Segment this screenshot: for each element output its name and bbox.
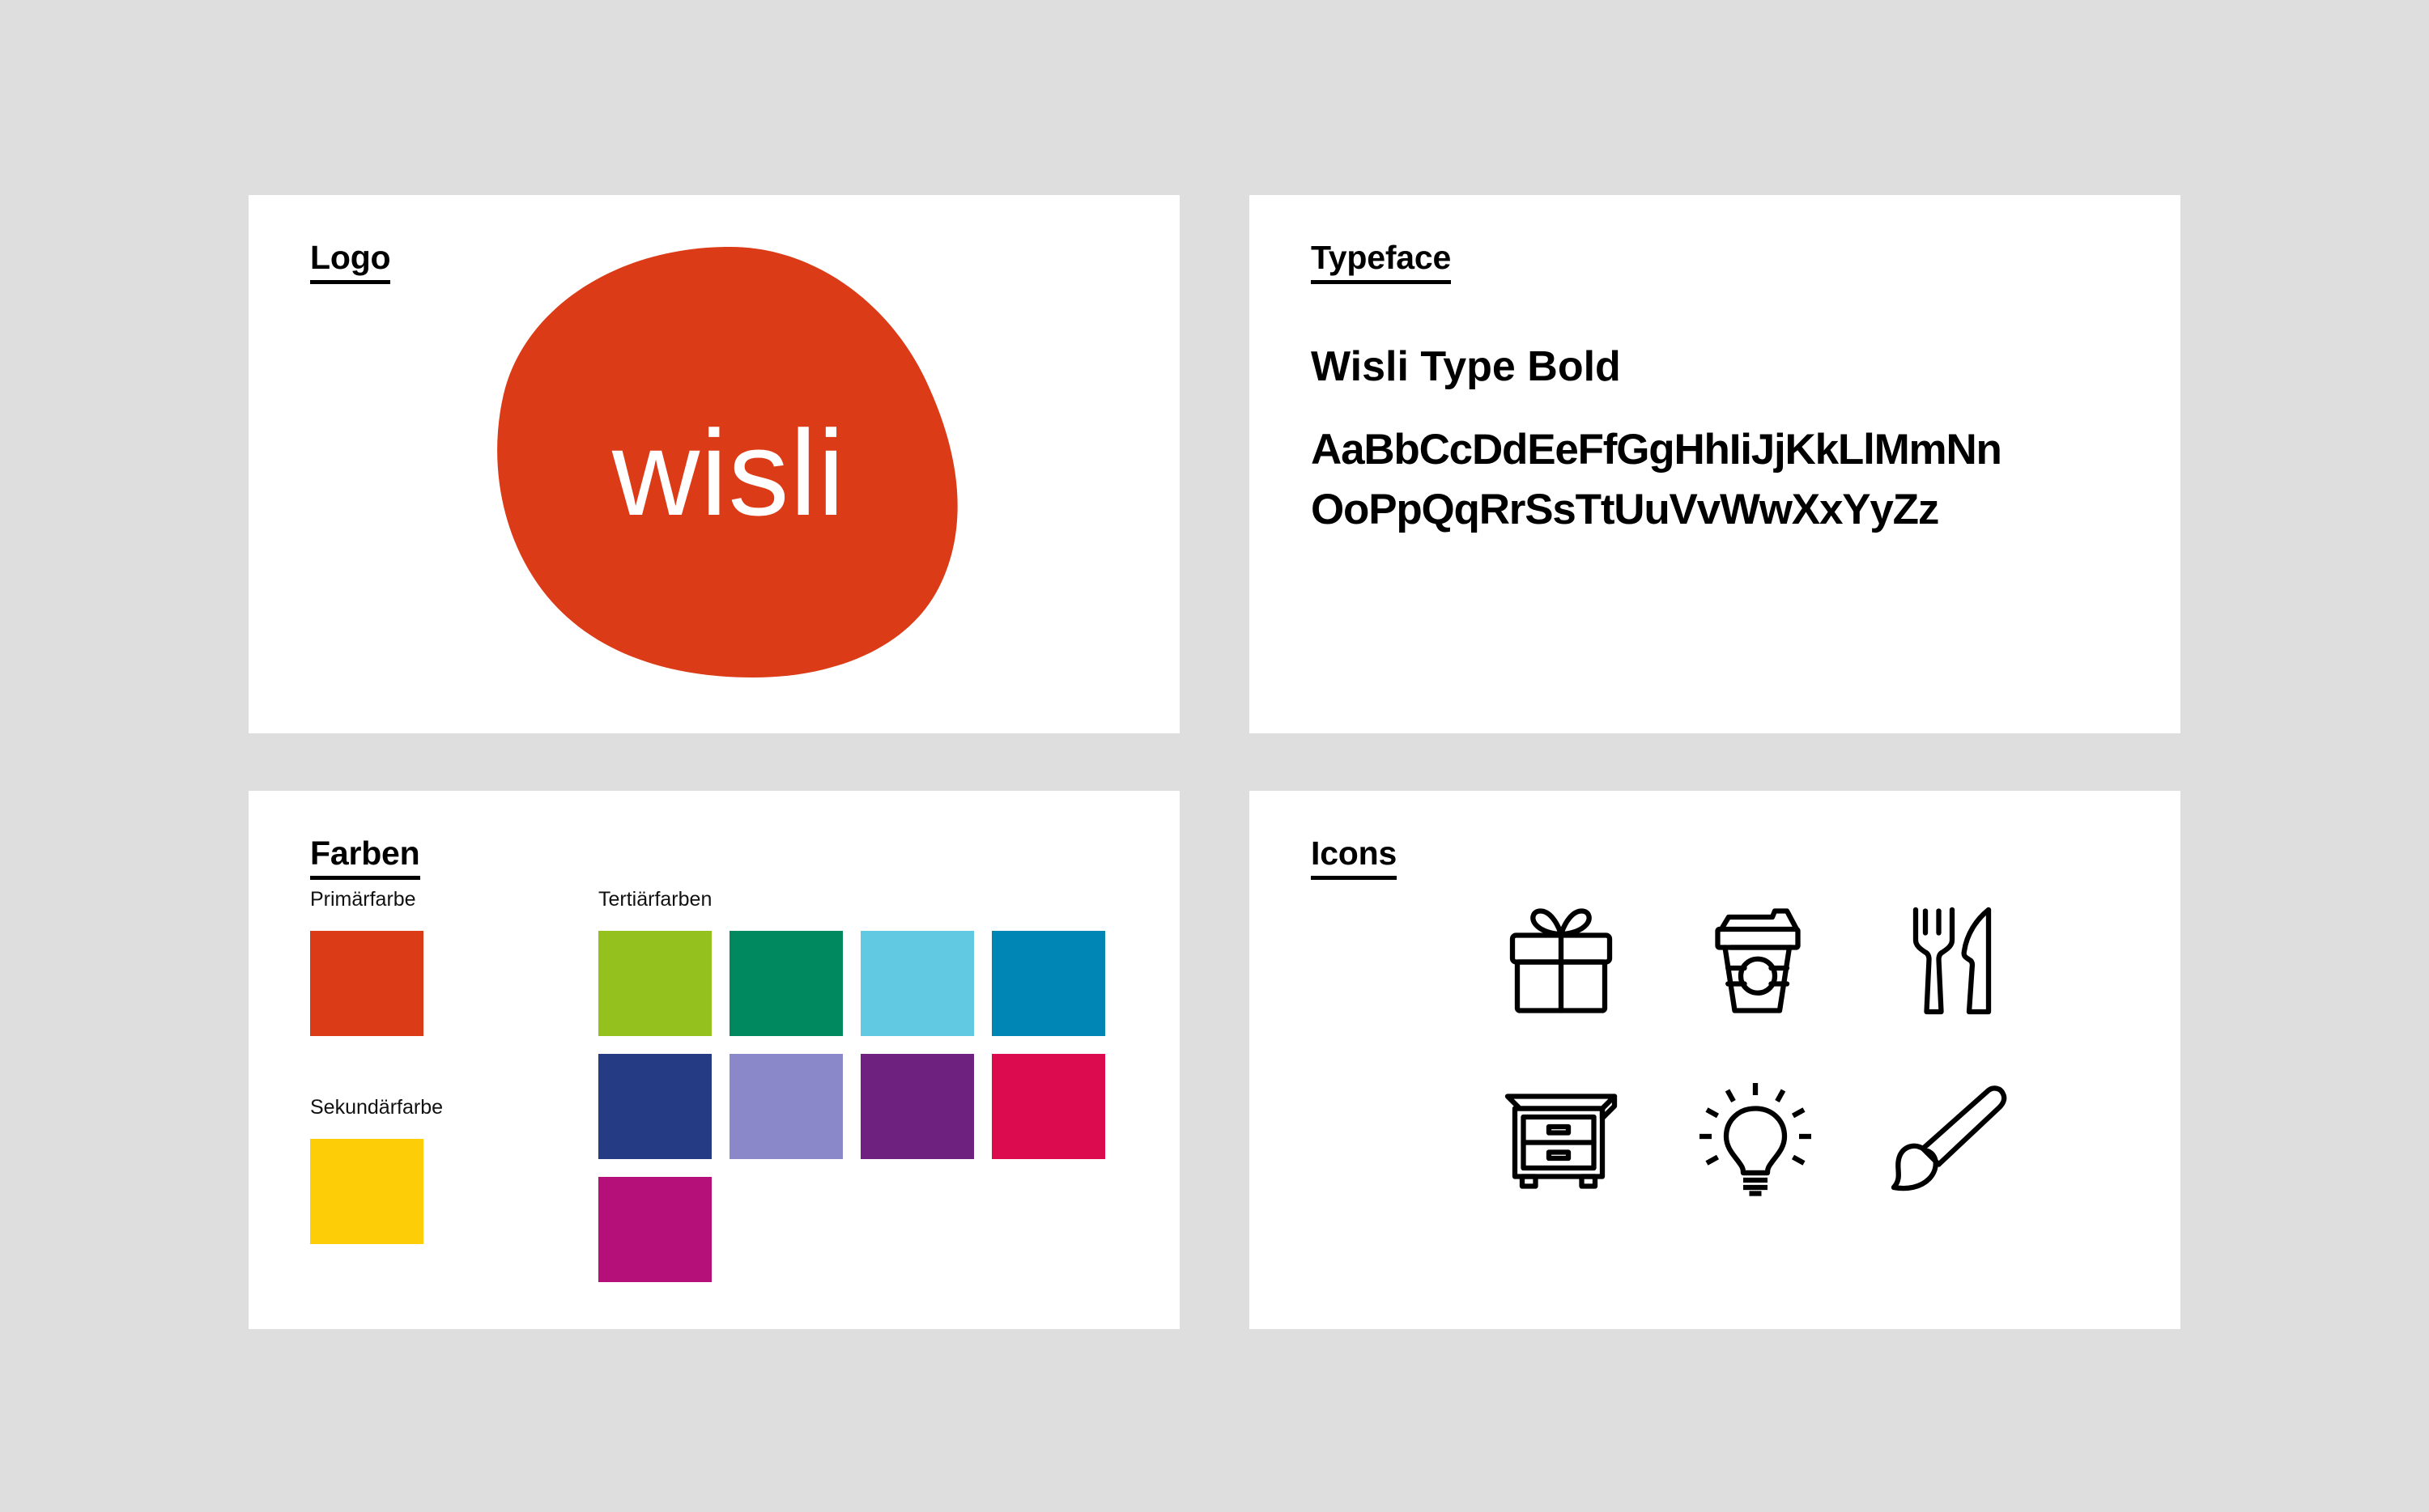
icon-grid — [1484, 888, 2027, 1212]
tertiary-color-swatch-4 — [992, 931, 1105, 1036]
style-guide-board: Logo wisli Typeface Wisli Type Bold AaBb… — [0, 0, 2429, 1512]
coffee-cup-icon — [1678, 888, 1832, 1034]
typeface-panel: Typeface Wisli Type Bold AaBbCcDdEeFfGgH… — [1249, 195, 2180, 733]
lightbulb-icon — [1678, 1066, 1832, 1212]
tertiary-color-swatch-7 — [861, 1054, 974, 1159]
tertiary-colors-label: Tertiärfarben — [598, 888, 713, 911]
logo-panel-heading: Logo — [310, 241, 391, 284]
colors-panel-heading: Farben — [310, 837, 420, 880]
typeface-alphabet-line-2: OoPpQqRrSsTtUuVvWwXxYyZz — [1311, 486, 1939, 533]
typeface-name: Wisli Type Bold — [1311, 343, 1621, 390]
cutlery-icon — [1873, 888, 2027, 1034]
gift-icon — [1484, 888, 1638, 1034]
primary-color-swatch — [310, 931, 423, 1036]
primary-color-label: Primärfarbe — [310, 888, 416, 911]
logo-mark: wisli — [486, 244, 972, 705]
tertiary-color-swatch-1 — [598, 931, 712, 1036]
nightstand-icon — [1484, 1066, 1638, 1212]
secondary-color-swatch — [310, 1139, 423, 1244]
icons-panel-heading: Icons — [1311, 837, 1397, 880]
secondary-color-label: Sekundärfarbe — [310, 1096, 444, 1119]
tertiary-color-swatch-8 — [992, 1054, 1105, 1159]
paintbrush-icon — [1873, 1066, 2027, 1212]
tertiary-color-swatch-2 — [730, 931, 843, 1036]
logo-panel: Logo wisli — [249, 195, 1180, 733]
colors-panel: Farben Primärfarbe Sekundärfarbe Tertiär… — [249, 791, 1180, 1329]
logo-wordmark: wisli — [611, 404, 846, 541]
tertiary-color-swatch-3 — [861, 931, 974, 1036]
typeface-panel-heading: Typeface — [1311, 241, 1451, 284]
tertiary-color-swatch-6 — [730, 1054, 843, 1159]
tertiary-color-swatch-5 — [598, 1054, 712, 1159]
icons-panel: Icons — [1249, 791, 2180, 1329]
tertiary-color-grid — [598, 931, 1105, 1282]
typeface-alphabet-line-1: AaBbCcDdEeFfGgHhIiJjKkLlMmNn — [1311, 426, 2002, 474]
tertiary-color-swatch-9 — [598, 1177, 712, 1282]
